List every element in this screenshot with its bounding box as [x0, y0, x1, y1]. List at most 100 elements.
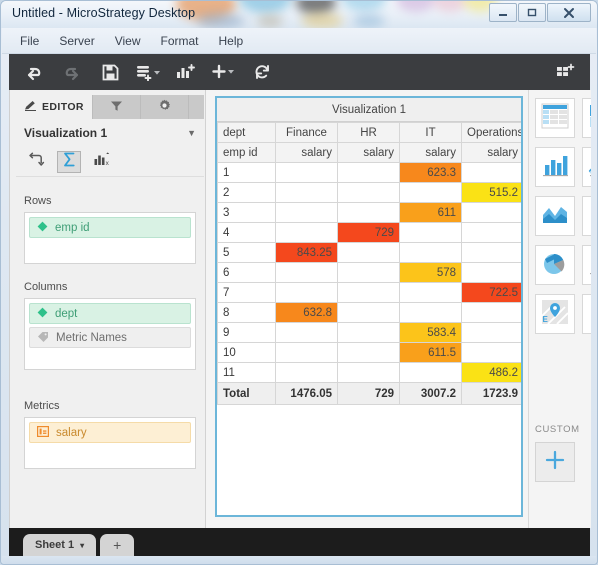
- table-row[interactable]: 6 578: [217, 262, 521, 283]
- data-cell[interactable]: [337, 202, 400, 223]
- row-header-cell[interactable]: 8: [217, 302, 276, 323]
- data-cell[interactable]: [399, 242, 462, 263]
- gallery-item-map[interactable]: E: [535, 294, 575, 334]
- table-row[interactable]: 5 843.25: [217, 242, 521, 263]
- row-header-cell[interactable]: 10: [217, 342, 276, 363]
- row-header-cell[interactable]: 9: [217, 322, 276, 343]
- gallery-item-bubble-chart[interactable]: [582, 196, 591, 236]
- data-cell[interactable]: [337, 362, 400, 383]
- data-cell[interactable]: [461, 242, 521, 263]
- columns-dropzone[interactable]: dept Metric Names: [24, 298, 196, 370]
- header-metric-operations[interactable]: salary: [461, 142, 521, 163]
- tab-settings[interactable]: [141, 95, 189, 119]
- table-row[interactable]: 1 623.3: [217, 162, 521, 183]
- row-header-cell[interactable]: 3: [217, 202, 276, 223]
- data-cell[interactable]: [399, 362, 462, 383]
- data-cell[interactable]: [275, 162, 338, 183]
- row-header-cell[interactable]: 7: [217, 282, 276, 303]
- data-cell[interactable]: [399, 222, 462, 243]
- menu-item-help[interactable]: Help: [209, 31, 254, 51]
- table-row[interactable]: 9 583.4: [217, 322, 521, 343]
- data-cell[interactable]: [275, 342, 338, 363]
- add-data-button[interactable]: [135, 58, 161, 86]
- header-it[interactable]: IT: [399, 122, 462, 143]
- add-panel-button[interactable]: [552, 58, 578, 86]
- data-cell[interactable]: [337, 242, 400, 263]
- table-row[interactable]: 8 632.8: [217, 302, 521, 323]
- restore-button[interactable]: [518, 3, 546, 22]
- header-dept[interactable]: dept: [217, 122, 276, 143]
- add-visualization-button[interactable]: [173, 58, 199, 86]
- table-row[interactable]: 7 722.5: [217, 282, 521, 303]
- data-cell[interactable]: [461, 302, 521, 323]
- data-cell[interactable]: 623.3: [399, 162, 462, 183]
- gallery-item-bar-chart[interactable]: [535, 147, 575, 187]
- data-cell[interactable]: [275, 322, 338, 343]
- chevron-down-icon[interactable]: ▾: [80, 541, 84, 550]
- data-cell[interactable]: [275, 262, 338, 283]
- menu-item-server[interactable]: Server: [49, 31, 104, 51]
- data-cell[interactable]: 578: [399, 262, 462, 283]
- row-header-cell[interactable]: 5: [217, 242, 276, 263]
- gallery-item-area-chart[interactable]: [535, 196, 575, 236]
- data-cell[interactable]: [337, 282, 400, 303]
- data-cell[interactable]: [461, 162, 521, 183]
- data-cell[interactable]: 515.2: [461, 182, 521, 203]
- data-cell[interactable]: [275, 282, 338, 303]
- gallery-item-combo-chart[interactable]: [582, 245, 591, 285]
- data-cell[interactable]: [337, 262, 400, 283]
- header-metric-it[interactable]: salary: [399, 142, 462, 163]
- add-custom-visualization-button[interactable]: [535, 442, 575, 482]
- visualization-card[interactable]: Visualization 1 dept Finance HR IT Opera…: [215, 96, 523, 517]
- data-cell[interactable]: [399, 302, 462, 323]
- rows-dropzone[interactable]: emp id: [24, 212, 196, 264]
- tab-editor[interactable]: EDITOR: [16, 95, 93, 119]
- header-metric-finance[interactable]: salary: [275, 142, 338, 163]
- chip-salary[interactable]: salary: [29, 422, 191, 443]
- minimize-button[interactable]: [489, 3, 517, 22]
- grid-table[interactable]: dept Finance HR IT Operations emp id sal…: [217, 122, 521, 405]
- data-cell[interactable]: [275, 222, 338, 243]
- table-total-row[interactable]: Total 1476.05 729 3007.2 1723.9: [217, 382, 521, 405]
- row-header-cell[interactable]: 2: [217, 182, 276, 203]
- header-hr[interactable]: HR: [337, 122, 400, 143]
- data-cell[interactable]: [337, 322, 400, 343]
- data-cell[interactable]: [337, 182, 400, 203]
- add-sheet-button[interactable]: +: [100, 534, 135, 556]
- data-cell[interactable]: 611.5: [399, 342, 462, 363]
- row-header-cell[interactable]: 11: [217, 362, 276, 383]
- gallery-item-grid-table[interactable]: [535, 98, 575, 138]
- menu-item-view[interactable]: View: [105, 31, 151, 51]
- data-cell[interactable]: 611: [399, 202, 462, 223]
- tab-filters[interactable]: [93, 95, 141, 119]
- undo-button[interactable]: [21, 58, 47, 86]
- data-cell[interactable]: [275, 182, 338, 203]
- row-header-cell[interactable]: 4: [217, 222, 276, 243]
- data-cell[interactable]: [461, 262, 521, 283]
- chip-metric-names[interactable]: Metric Names: [29, 327, 191, 348]
- table-row[interactable]: 3 611: [217, 202, 521, 223]
- table-row[interactable]: 2 515.2: [217, 182, 521, 203]
- sheet-tab-sheet-1[interactable]: Sheet 1 ▾: [23, 534, 97, 556]
- gallery-item-line-chart[interactable]: [582, 147, 591, 187]
- data-cell[interactable]: 486.2: [461, 362, 521, 383]
- data-cell[interactable]: [461, 222, 521, 243]
- data-cell[interactable]: 722.5: [461, 282, 521, 303]
- sort-button[interactable]: x: [90, 151, 114, 173]
- insert-button[interactable]: [211, 58, 237, 86]
- data-cell[interactable]: [461, 322, 521, 343]
- close-button[interactable]: [547, 3, 591, 22]
- data-cell[interactable]: [337, 342, 400, 363]
- table-row[interactable]: 11 486.2: [217, 362, 521, 383]
- gallery-item-pie-chart[interactable]: [535, 245, 575, 285]
- header-metric-hr[interactable]: salary: [337, 142, 400, 163]
- header-finance[interactable]: Finance: [275, 122, 338, 143]
- chip-emp-id[interactable]: emp id: [29, 217, 191, 238]
- save-button[interactable]: [97, 58, 123, 86]
- totals-button[interactable]: [57, 150, 81, 173]
- data-cell[interactable]: [337, 302, 400, 323]
- menu-item-file[interactable]: File: [10, 31, 49, 51]
- chip-dept[interactable]: dept: [29, 303, 191, 324]
- header-emp-id[interactable]: emp id: [217, 142, 276, 163]
- swap-axes-button[interactable]: [24, 151, 48, 173]
